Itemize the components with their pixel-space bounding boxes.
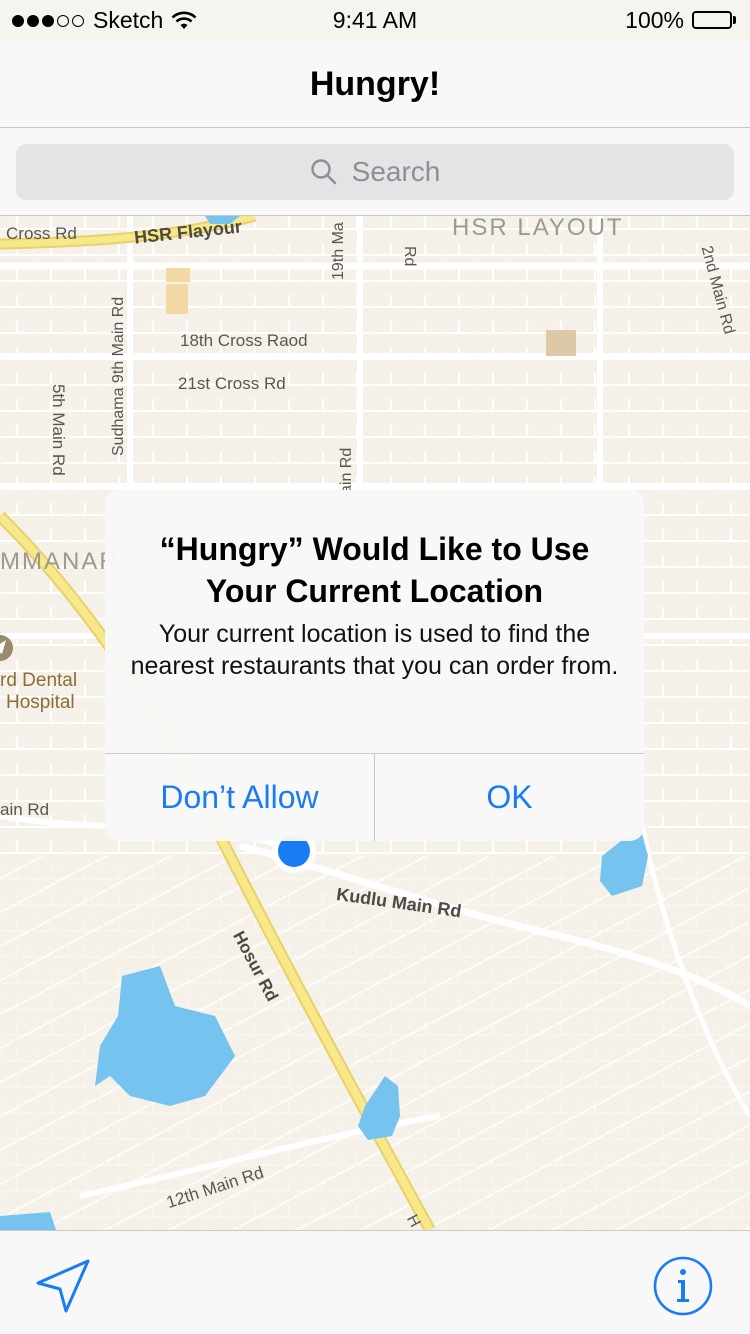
search-icon [310,159,336,185]
map-label: rd Dental [0,670,78,691]
map-label: Rd [401,246,418,267]
map-label: HSR LAYOUT [452,216,624,241]
map-label: 21st Cross Rd [178,374,286,393]
status-right: 100% [625,7,738,34]
battery-percent: 100% [625,7,684,33]
map-label: ain Rd [0,800,50,819]
bottom-toolbar [0,1230,750,1334]
alert-title: “Hungry” Would Like to Use Your Current … [159,531,590,609]
ok-button[interactable]: OK [375,754,644,841]
alert-message: Your current location is used to find th… [130,620,619,680]
dont-allow-button[interactable]: Don’t Allow [105,754,374,841]
info-icon[interactable] [652,1255,714,1317]
navigation-bar: Hungry! [0,40,750,128]
map-label: Sudhama 9th Main Rd [110,296,127,456]
map-block [166,268,190,282]
map-block [166,284,188,314]
map-label: ain Rd [338,447,355,494]
location-permission-alert: “Hungry” Would Like to Use Your Current … [105,490,644,841]
status-bar: Sketch 9:41 AM 100% [0,0,750,40]
search-placeholder: Search [351,156,441,187]
map-label: 5th Main Rd [49,384,68,476]
map-label: Hospital [6,692,75,713]
battery-icon [692,10,738,31]
map-label: 18th Cross Raod [180,331,308,350]
location-arrow-icon[interactable] [30,1253,96,1319]
map-label: 19th Ma [330,222,347,280]
map-label: MMANAR [0,548,119,575]
map-block [546,330,576,356]
search-area: Search [0,128,750,216]
search-input[interactable]: Search [16,144,734,200]
map-label: Cross Rd [6,224,77,243]
page-title: Hungry! [309,65,441,103]
